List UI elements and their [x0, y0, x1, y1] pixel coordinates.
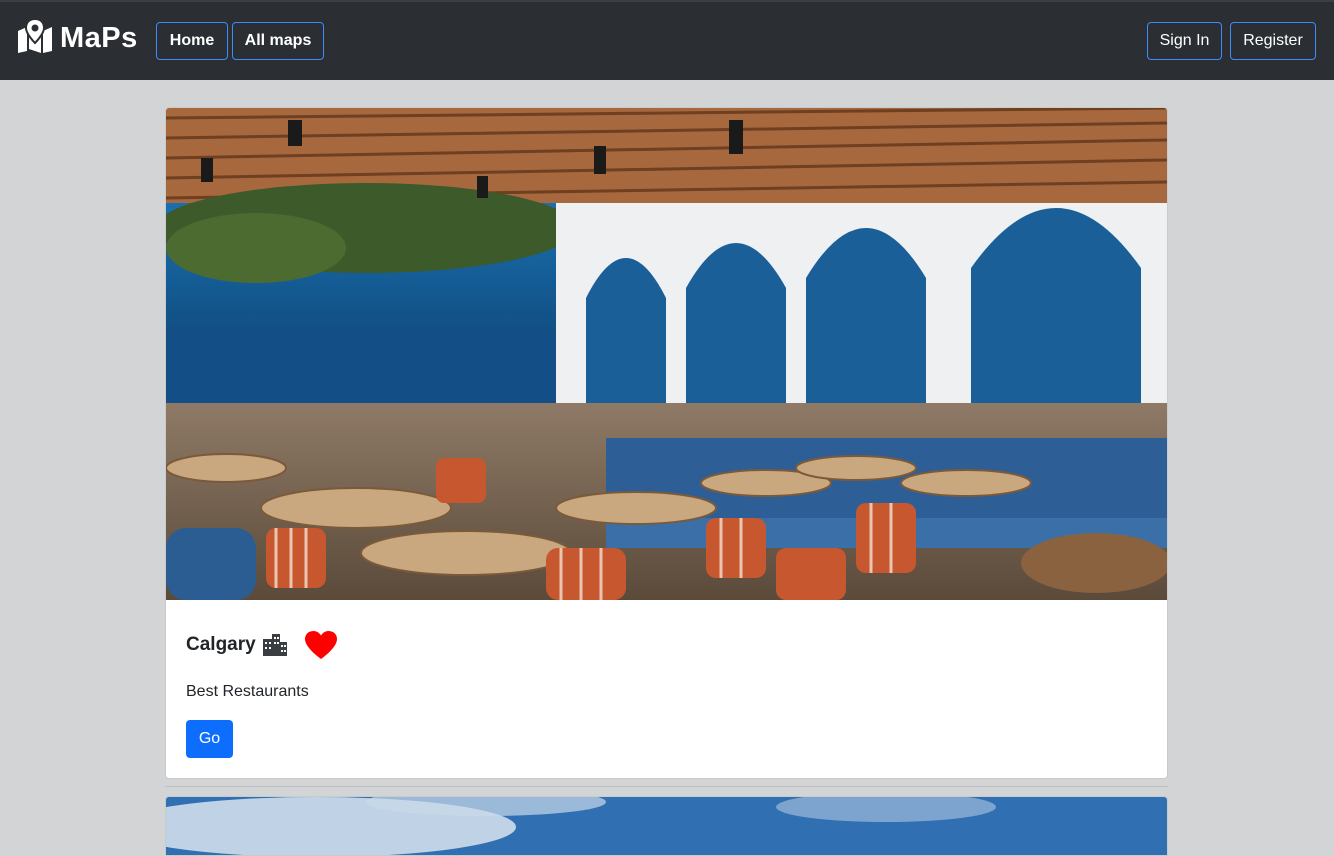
brand-name: MaPs [60, 21, 138, 54]
next-map-card-image [165, 796, 1168, 856]
nav-all-maps-button[interactable]: All maps [232, 22, 324, 60]
sign-in-button[interactable]: Sign In [1147, 22, 1222, 60]
card-title: Calgary [186, 634, 256, 655]
brand-link[interactable]: MaPs [16, 17, 138, 58]
navbar: MaPs Home All maps Sign In Register [0, 2, 1334, 80]
card-description: Best Restaurants [186, 683, 309, 700]
go-button[interactable]: Go [186, 720, 233, 758]
register-button[interactable]: Register [1230, 22, 1316, 60]
nav-home-button[interactable]: Home [156, 22, 228, 60]
card-title-row: Calgary [186, 627, 338, 663]
map-marker-icon [16, 17, 54, 58]
map-card: Calgary Best Restaurants Go [165, 107, 1168, 779]
card-image [166, 108, 1167, 600]
heart-icon[interactable] [304, 630, 338, 660]
city-buildings-icon [262, 634, 288, 656]
card-divider [165, 786, 1168, 787]
